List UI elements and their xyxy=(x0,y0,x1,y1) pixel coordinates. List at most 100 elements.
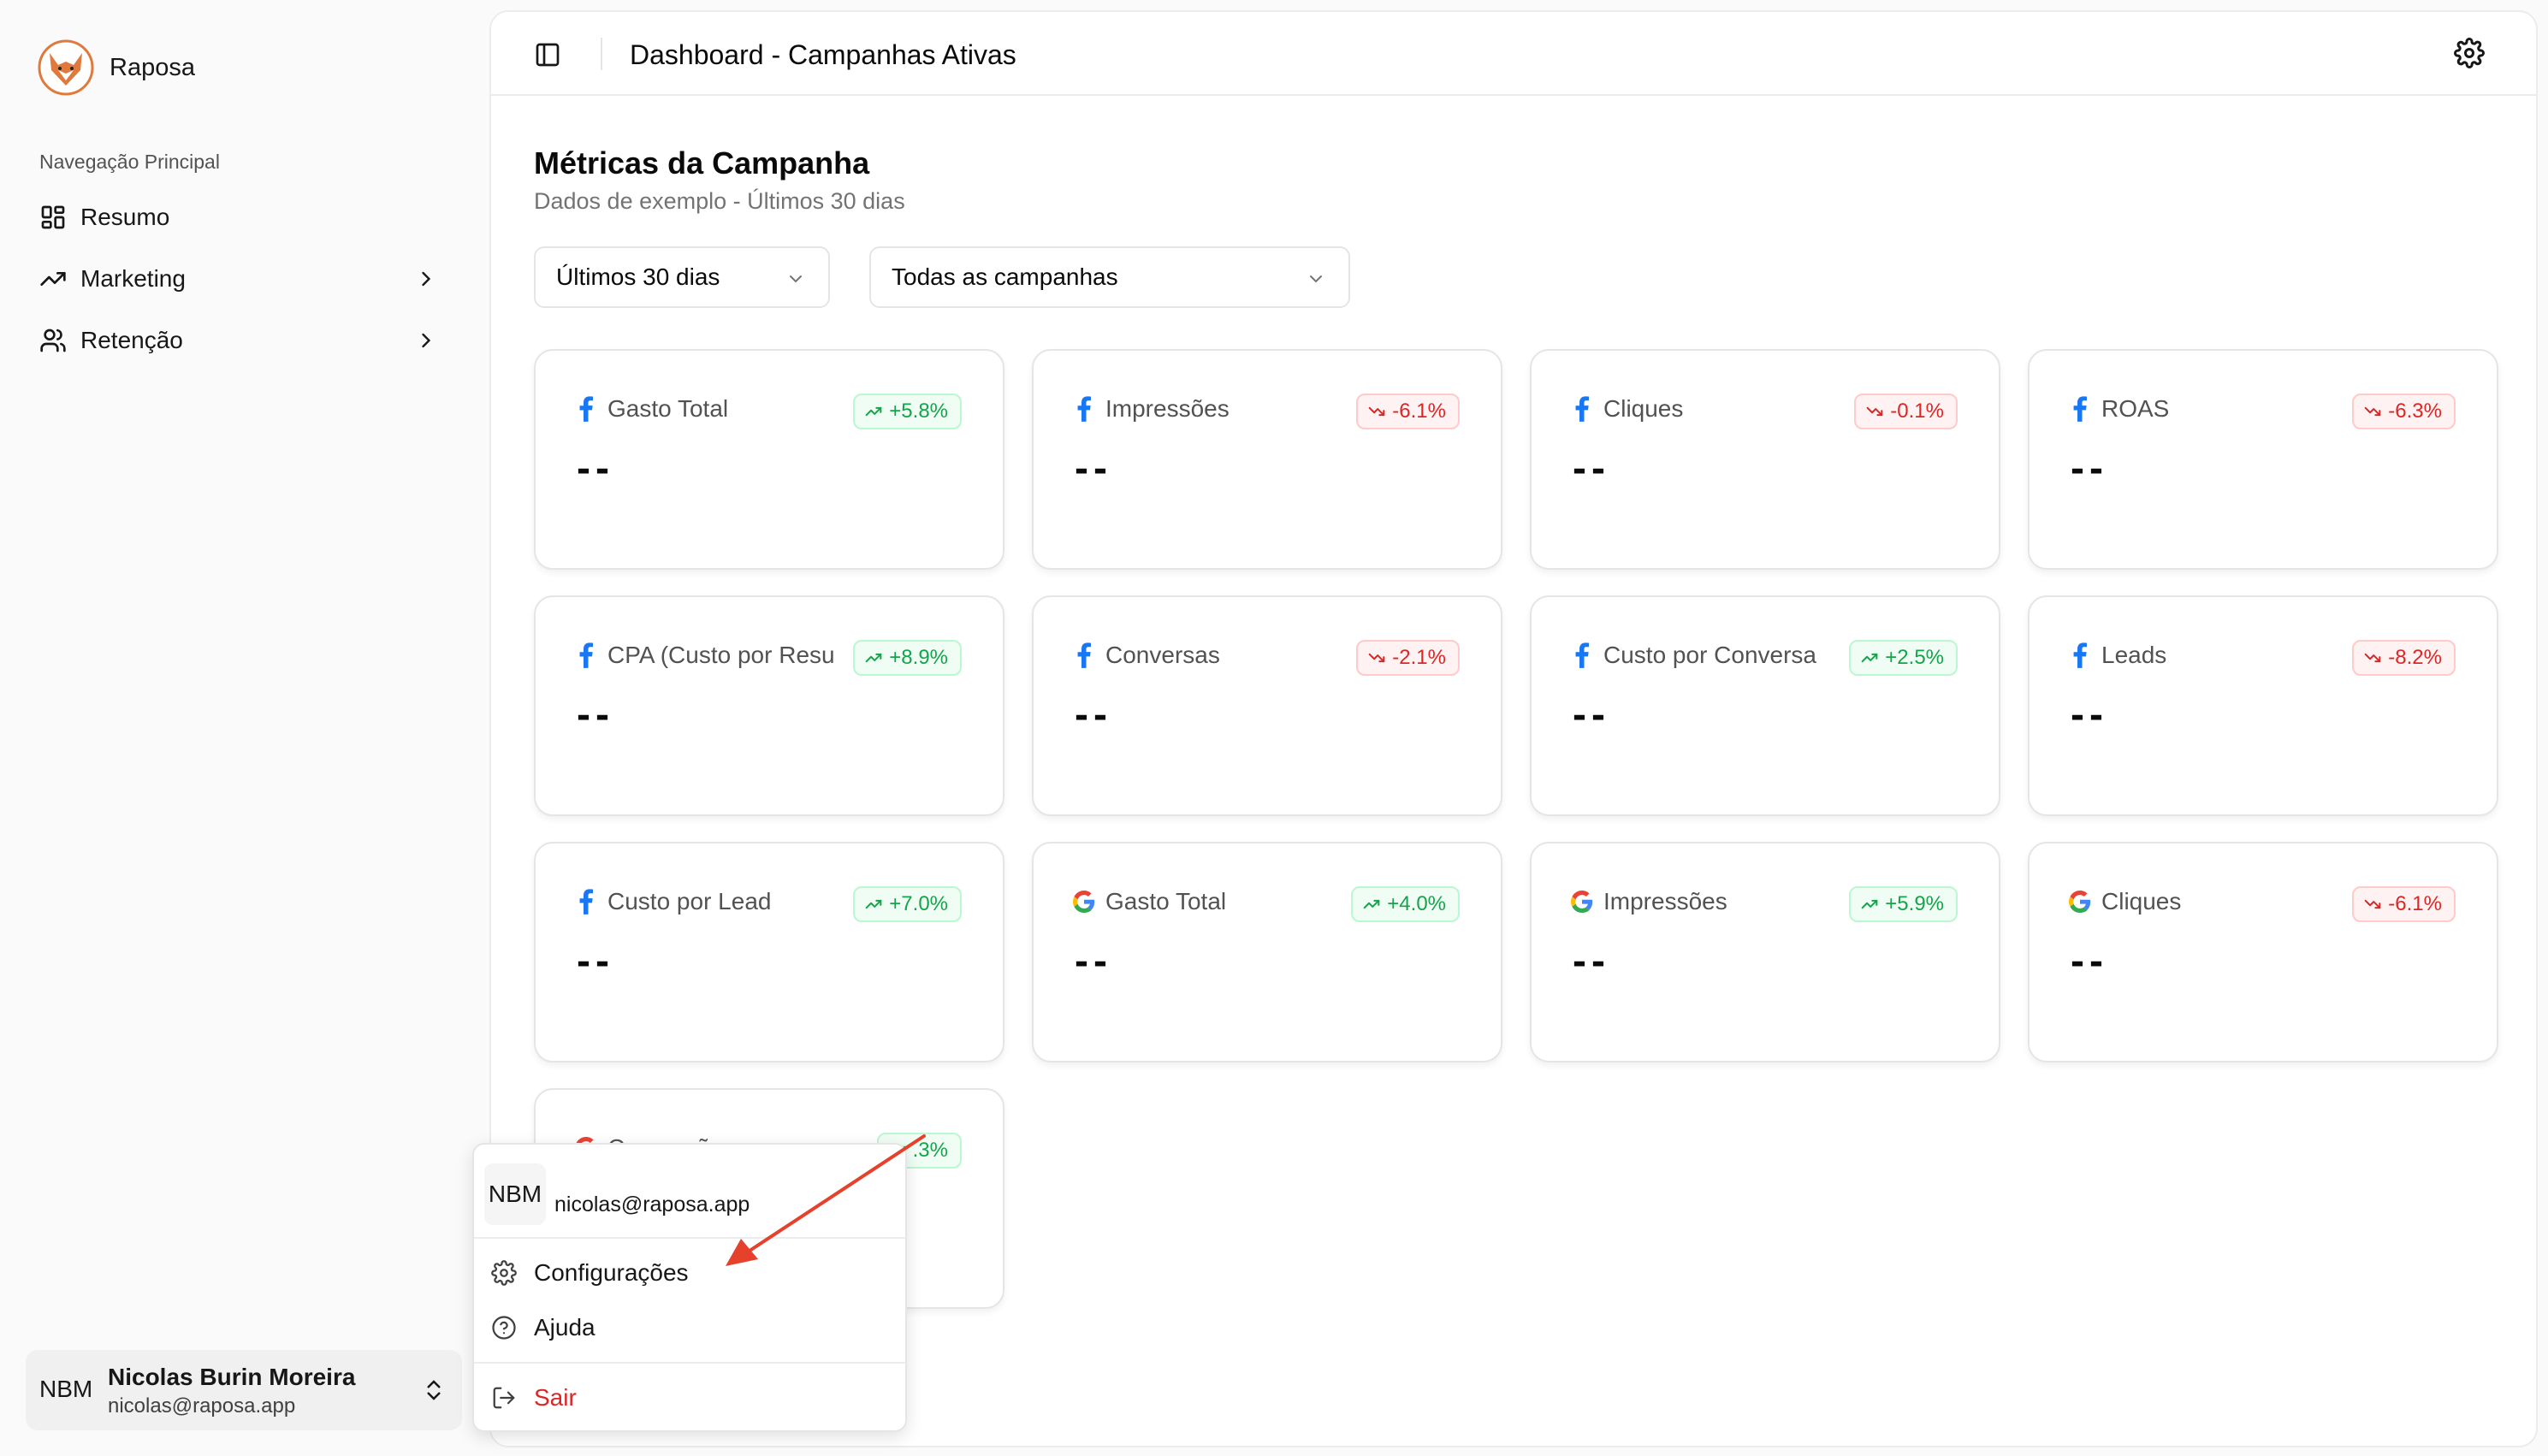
change-badge: +7.0% xyxy=(853,886,962,922)
change-badge: -6.1% xyxy=(2352,886,2456,922)
trending-down-icon xyxy=(1368,649,1385,666)
metric-label: Gasto Total xyxy=(1105,888,1227,914)
sidebar-item-resumo[interactable]: Resumo xyxy=(26,190,460,245)
gear-icon[interactable] xyxy=(2454,38,2485,68)
change-value: -0.1% xyxy=(1890,400,1944,423)
metric-value: -- xyxy=(1075,692,1112,737)
page-title: Dashboard - Campanhas Ativas xyxy=(630,39,1016,70)
change-badge: -2.1% xyxy=(1356,640,1460,676)
user-account-button[interactable]: NBM Nicolas Burin Moreira nicolas@raposa… xyxy=(26,1350,462,1430)
divider xyxy=(474,1362,905,1364)
facebook-icon xyxy=(1073,638,1095,672)
menu-item-label: Ajuda xyxy=(534,1314,596,1341)
trending-up-icon xyxy=(865,649,882,666)
metric-label: Impressões xyxy=(1603,888,1727,914)
metric-value: -- xyxy=(577,938,614,984)
facebook-icon xyxy=(1571,638,1593,672)
chevron-right-icon xyxy=(422,271,431,287)
sidebar-item-label: Retenção xyxy=(80,327,183,353)
metric-value: -- xyxy=(1075,446,1112,491)
metric-card: Gasto Total +5.8% -- xyxy=(534,349,1004,570)
menu-item-label: Configurações xyxy=(534,1259,689,1286)
change-badge: -6.1% xyxy=(1356,394,1460,429)
google-icon xyxy=(2069,885,2091,919)
divider xyxy=(601,38,602,70)
change-value: +5.9% xyxy=(1885,892,1944,915)
change-value: +2.5% xyxy=(1885,646,1944,669)
trending-down-icon xyxy=(1866,403,1883,420)
sidebar-item-marketing[interactable]: Marketing xyxy=(26,252,460,306)
help-circle-icon xyxy=(492,1316,516,1340)
change-value: -6.1% xyxy=(2388,892,2442,915)
menu-item-ajuda[interactable]: Ajuda xyxy=(491,1304,893,1352)
change-value: +8.9% xyxy=(889,646,948,669)
annotation-arrow xyxy=(726,1134,926,1266)
metric-value: -- xyxy=(2071,938,2108,984)
metric-card: Gasto Total +4.0% -- xyxy=(1032,842,1502,1062)
trending-up-icon xyxy=(865,896,882,913)
trending-down-icon xyxy=(2364,403,2381,420)
metric-label: Gasto Total xyxy=(607,395,729,422)
facebook-icon xyxy=(575,392,597,426)
section-subtitle: Dados de exemplo - Últimos 30 dias xyxy=(534,188,905,214)
facebook-icon xyxy=(575,638,597,672)
campaign-select-value: Todas as campanhas xyxy=(892,263,1118,290)
sidebar-toggle-icon[interactable] xyxy=(534,41,561,68)
period-select[interactable]: Últimos 30 dias xyxy=(534,246,830,308)
change-badge: -0.1% xyxy=(1854,394,1958,429)
trending-up-icon xyxy=(40,272,66,286)
menu-item-sair[interactable]: Sair xyxy=(491,1374,893,1422)
google-icon xyxy=(1571,885,1593,919)
period-select-value: Últimos 30 dias xyxy=(556,263,720,290)
change-badge: +5.9% xyxy=(1849,886,1958,922)
chevrons-up-down-icon xyxy=(427,1380,441,1400)
metric-card: Cliques -0.1% -- xyxy=(1530,349,2000,570)
metric-card: Impressões +5.9% -- xyxy=(1530,842,2000,1062)
metric-card: Cliques -6.1% -- xyxy=(2028,842,2498,1062)
sidebar-item-label: Resumo xyxy=(80,204,170,230)
metric-label: Custo por Conversa xyxy=(1603,642,1817,668)
metric-value: -- xyxy=(1573,446,1610,491)
chevron-right-icon xyxy=(422,333,431,348)
metric-value: -- xyxy=(577,692,614,737)
change-value: -6.1% xyxy=(1392,400,1446,423)
avatar: NBM xyxy=(484,1163,546,1225)
change-value: -8.2% xyxy=(2388,646,2442,669)
change-value: +4.0% xyxy=(1387,892,1446,915)
fox-logo-icon xyxy=(38,39,94,96)
trending-down-icon xyxy=(1368,403,1385,420)
topbar: Dashboard - Campanhas Ativas xyxy=(491,12,2536,96)
sidebar-item-retencao[interactable]: Retenção xyxy=(26,313,460,368)
sidebar: Raposa Navegação Principal Resumo Market… xyxy=(0,0,488,1456)
brand[interactable]: Raposa xyxy=(38,39,195,96)
metric-value: -- xyxy=(2071,692,2108,737)
layout-grid-icon xyxy=(41,205,65,229)
trending-down-icon xyxy=(2364,649,2381,666)
users-icon xyxy=(40,328,66,352)
gear-icon xyxy=(491,1260,517,1286)
trending-down-icon xyxy=(2364,896,2381,913)
user-email: nicolas@raposa.app xyxy=(108,1394,296,1418)
change-badge: +8.9% xyxy=(853,640,962,676)
change-badge: +4.0% xyxy=(1351,886,1460,922)
metric-card: Custo por Lead +7.0% -- xyxy=(534,842,1004,1062)
metric-label: CPA (Custo por Resu xyxy=(607,642,835,668)
facebook-icon xyxy=(2069,638,2091,672)
avatar: NBM xyxy=(39,1376,93,1402)
campaign-select[interactable]: Todas as campanhas xyxy=(869,246,1350,308)
change-value: -2.1% xyxy=(1392,646,1446,669)
metric-card: Leads -8.2% -- xyxy=(2028,595,2498,816)
sidebar-item-label: Marketing xyxy=(80,265,186,292)
metric-value: -- xyxy=(1573,692,1610,737)
chevron-down-icon xyxy=(790,275,802,283)
metric-card: Custo por Conversa +2.5% -- xyxy=(1530,595,2000,816)
change-value: +5.8% xyxy=(889,400,948,423)
log-out-icon xyxy=(493,1387,515,1409)
chevron-down-icon xyxy=(1310,275,1322,283)
change-value: +7.0% xyxy=(889,892,948,915)
facebook-icon xyxy=(575,885,597,919)
metric-value: -- xyxy=(1573,938,1610,984)
change-badge: -8.2% xyxy=(2352,640,2456,676)
change-value: -6.3% xyxy=(2388,400,2442,423)
metric-value: -- xyxy=(577,446,614,491)
